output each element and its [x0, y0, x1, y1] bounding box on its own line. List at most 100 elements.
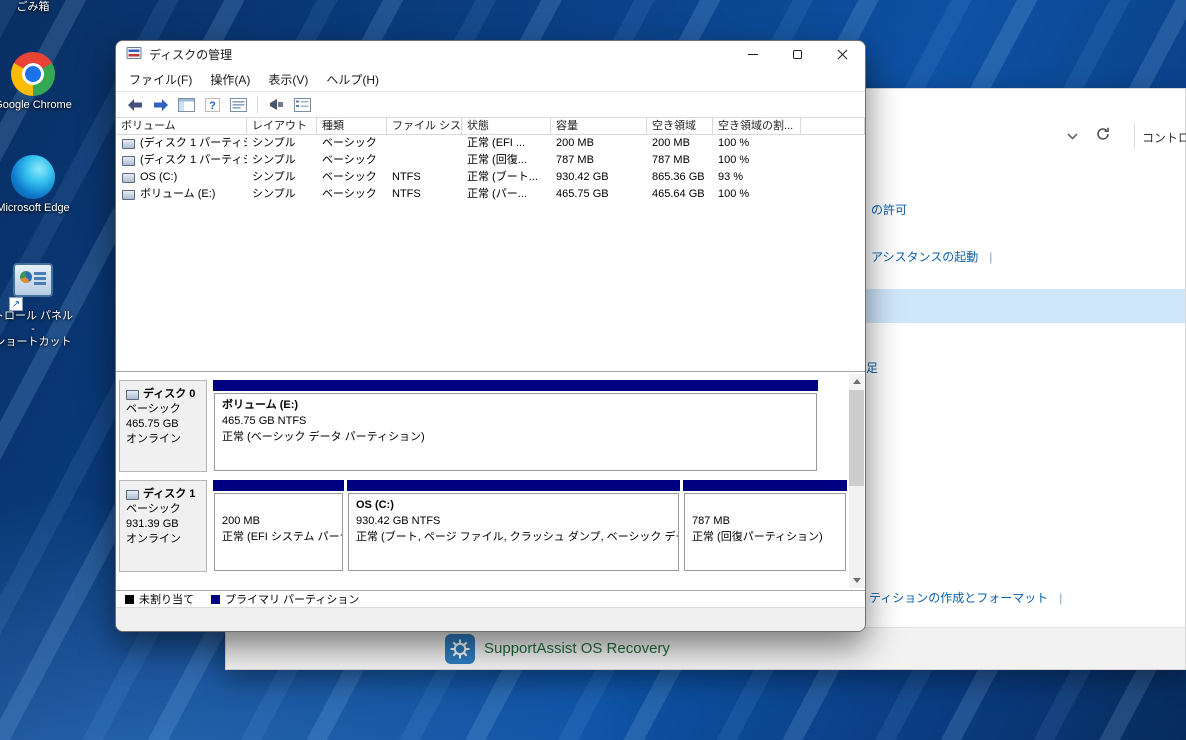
refresh-icon[interactable] [1095, 126, 1111, 145]
maximize-icon [793, 50, 802, 59]
graph-scrollbar[interactable] [849, 374, 864, 588]
table-row[interactable]: (ディスク 1 パーティシ... シンプル ベーシック 正常 (EFI ... … [116, 135, 865, 152]
cell-pct: 100 % [713, 186, 801, 203]
shortcut-arrow-icon [9, 297, 23, 311]
desktop-icon-recycle-bin[interactable]: ごみ箱 [0, 0, 76, 14]
menu-help[interactable]: ヘルプ(H) [317, 68, 388, 91]
desktop-icon-label: Microsoft Edge [0, 202, 76, 215]
action-icon[interactable] [267, 95, 286, 114]
cell-fs [387, 135, 462, 152]
menu-action[interactable]: 操作(A) [201, 68, 259, 91]
address-dropdown-chevron-icon[interactable] [1066, 130, 1079, 144]
scroll-down-icon[interactable] [849, 573, 864, 588]
edge-icon [11, 155, 55, 199]
forward-icon[interactable] [151, 95, 170, 114]
column-header-capacity[interactable]: 容量 [551, 118, 647, 135]
cell-layout: シンプル [247, 186, 317, 203]
maximize-button[interactable] [775, 41, 820, 67]
cell-type: ベーシック [317, 135, 387, 152]
cell-fs: NTFS [387, 169, 462, 186]
desktop-icon-control-panel[interactable]: トロール パネル - ショートカット [0, 258, 76, 349]
cell-status: 正常 (ブート... [462, 169, 551, 186]
minimize-button[interactable] [730, 41, 775, 67]
cell-free: 865.36 GB [647, 169, 713, 186]
close-icon [837, 49, 848, 60]
toolbar-separator [257, 96, 258, 113]
cell-type: ベーシック [317, 152, 387, 169]
cell-free: 465.64 GB [647, 186, 713, 203]
cell-type: ベーシック [317, 169, 387, 186]
column-header-free-pct[interactable]: 空き領域の割... [713, 118, 801, 135]
cell-volume: OS (C:) [140, 169, 177, 186]
menu-view[interactable]: 表示(V) [259, 68, 317, 91]
cell-capacity: 200 MB [551, 135, 647, 152]
properties-icon[interactable] [229, 95, 248, 114]
back-icon[interactable] [125, 95, 144, 114]
scrollbar-thumb[interactable] [849, 390, 864, 486]
desktop-icon-chrome[interactable]: Google Chrome [0, 52, 76, 112]
title-bar[interactable]: ディスクの管理 [116, 41, 865, 67]
cell-fs [387, 152, 462, 169]
menu-bar: ファイル(F) 操作(A) 表示(V) ヘルプ(H) [116, 67, 865, 91]
column-header-type[interactable]: 種類 [317, 118, 387, 135]
scroll-up-icon[interactable] [849, 374, 864, 389]
partition-volume-e[interactable]: ボリューム (E:) 465.75 GB NTFS 正常 (ベーシック データ … [213, 380, 818, 472]
column-header-volume[interactable]: ボリューム [116, 118, 247, 135]
help-icon[interactable]: ? [203, 95, 222, 114]
desktop-icon-label: ごみ箱 [0, 1, 76, 14]
cell-volume: (ディスク 1 パーティシ... [140, 152, 247, 169]
close-button[interactable] [820, 41, 865, 67]
column-header-layout[interactable]: レイアウト [247, 118, 317, 135]
cell-volume: ボリューム (E:) [140, 186, 215, 203]
menu-file[interactable]: ファイル(F) [120, 68, 201, 91]
disk0-header[interactable]: ディスク 0 ベーシック 465.75 GB オンライン [119, 380, 207, 472]
cell-fs: NTFS [387, 186, 462, 203]
disk1-header[interactable]: ディスク 1 ベーシック 931.39 GB オンライン [119, 480, 207, 572]
column-header-status[interactable]: 状態 [462, 118, 551, 135]
cell-status: 正常 (回復... [462, 152, 551, 169]
cell-pct: 93 % [713, 169, 801, 186]
console-tree-icon[interactable] [177, 95, 196, 114]
cell-layout: シンプル [247, 135, 317, 152]
control-panel-icon [11, 263, 55, 307]
volume-icon [122, 139, 135, 149]
volume-icon [122, 156, 135, 166]
unallocated-swatch [125, 595, 134, 604]
volume-icon [122, 173, 135, 183]
cell-layout: シンプル [247, 152, 317, 169]
search-input[interactable]: コントロー [1142, 129, 1186, 146]
desktop: ごみ箱 Google Chrome Microsoft Edge トロール パネ… [0, 0, 1186, 740]
window-title: ディスクの管理 [149, 46, 232, 63]
volume-icon [122, 190, 135, 200]
column-header-free[interactable]: 空き領域 [647, 118, 713, 135]
assistance-link[interactable]: アシスタンスの起動| [871, 248, 992, 265]
permission-link[interactable]: の許可 [871, 201, 907, 218]
desktop-icon-label: トロール パネル - ショートカット [0, 310, 76, 349]
column-header-filesystem[interactable]: ファイル システム [387, 118, 462, 135]
format-partition-link[interactable]: ティションの作成とフォーマット| [869, 589, 1062, 606]
disk0-row: ディスク 0 ベーシック 465.75 GB オンライン ボリューム (E:) … [119, 380, 820, 472]
disk-icon [126, 490, 139, 500]
svg-text:?: ? [209, 100, 216, 112]
link-separator: | [989, 250, 992, 264]
cell-capacity: 465.75 GB [551, 186, 647, 203]
disk-management-app-icon [126, 45, 142, 64]
cell-pct: 100 % [713, 135, 801, 152]
table-row[interactable]: OS (C:) シンプル ベーシック NTFS 正常 (ブート... 930.4… [116, 169, 865, 186]
table-row[interactable]: ボリューム (E:) シンプル ベーシック NTFS 正常 (パー... 465… [116, 186, 865, 203]
primary-partition-swatch [211, 595, 220, 604]
supportassist-icon [445, 634, 475, 664]
desktop-icon-edge[interactable]: Microsoft Edge [0, 155, 76, 215]
supportassist-label[interactable]: SupportAssist OS Recovery [484, 628, 670, 670]
partition-efi[interactable]: 200 MB 正常 (EFI システム パーテ [213, 480, 344, 572]
cell-type: ベーシック [317, 186, 387, 203]
partition-recovery[interactable]: 787 MB 正常 (回復パーティション) [683, 480, 847, 572]
column-header-spacer [801, 118, 865, 135]
view-icon[interactable] [293, 95, 312, 114]
disk1-row: ディスク 1 ベーシック 931.39 GB オンライン 200 MB 正常 (… [119, 480, 852, 572]
partition-os-c[interactable]: OS (C:) 930.42 GB NTFS 正常 (ブート, ページ ファイル… [347, 480, 680, 572]
cell-status: 正常 (パー... [462, 186, 551, 203]
partial-link[interactable]: 足 [866, 359, 878, 376]
table-row[interactable]: (ディスク 1 パーティシ... シンプル ベーシック 正常 (回復... 78… [116, 152, 865, 169]
chrome-icon [11, 52, 55, 96]
